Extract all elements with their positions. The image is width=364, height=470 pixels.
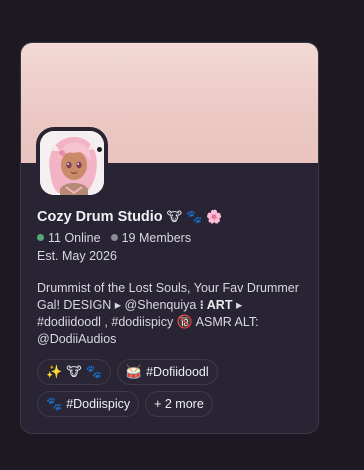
server-tags: ✨ 🐮 🐾 🥁 #Dofiidoodl 🐾 #Dodiispicy + 2 mo… bbox=[37, 359, 309, 423]
tag-row-2: 🐾 #Dodiispicy + 2 more bbox=[37, 391, 309, 417]
tag-dofiidoodl[interactable]: 🥁 #Dofiidoodl bbox=[116, 359, 218, 385]
cow-emoji: 🐮 bbox=[166, 209, 183, 225]
established-date: Est. May 2026 bbox=[37, 249, 117, 263]
online-count: 11 Online bbox=[48, 230, 101, 245]
paw-emoji: 🐾 bbox=[186, 209, 203, 225]
online-dot-icon bbox=[37, 234, 44, 241]
tag-dodiispicy[interactable]: 🐾 #Dodiispicy bbox=[37, 391, 140, 417]
server-profile-card: Cozy Drum Studio 🐮 🐾 🌸 11 Online 19 Memb… bbox=[20, 42, 319, 434]
paw-emoji: 🐾 bbox=[46, 396, 63, 412]
flower-emoji: 🌸 bbox=[206, 209, 223, 225]
avatar-status-dot bbox=[97, 147, 102, 152]
server-name: Cozy Drum Studio bbox=[37, 209, 163, 225]
tag-sparkles[interactable]: ✨ 🐮 🐾 bbox=[37, 359, 111, 385]
server-avatar[interactable] bbox=[40, 131, 104, 195]
member-stats: 11 Online 19 Members bbox=[37, 228, 309, 247]
drum-emoji: 🥁 bbox=[125, 364, 143, 380]
server-description: Drummist of the Lost Souls, Your Fav Dru… bbox=[37, 280, 309, 348]
members-dot-icon bbox=[110, 234, 118, 241]
description-text-1: Drummist of the Lost Souls, Your Fav Dru… bbox=[37, 281, 299, 312]
more-tags-button[interactable]: + 2 more bbox=[145, 391, 213, 417]
sparkles-emoji: ✨ bbox=[46, 364, 63, 380]
title-row: Cozy Drum Studio 🐮 🐾 🌸 bbox=[37, 206, 309, 228]
tag-extra-emojis: 🐮 🐾 bbox=[66, 364, 102, 380]
description-art: ⁝ ART bbox=[199, 298, 233, 312]
tag-label: #Dodiispicy bbox=[66, 397, 131, 411]
avatar-illustration bbox=[40, 131, 104, 195]
server-info: Cozy Drum Studio 🐮 🐾 🌸 11 Online 19 Memb… bbox=[37, 206, 309, 348]
tag-row-1: ✨ 🐮 🐾 🥁 #Dofiidoodl bbox=[37, 359, 309, 385]
more-tags-label: + 2 more bbox=[154, 397, 204, 411]
tag-label: #Dofiidoodl bbox=[146, 365, 209, 379]
no-under-18-emoji: 🔞 bbox=[176, 315, 193, 330]
member-count: 19 Members bbox=[121, 230, 192, 245]
